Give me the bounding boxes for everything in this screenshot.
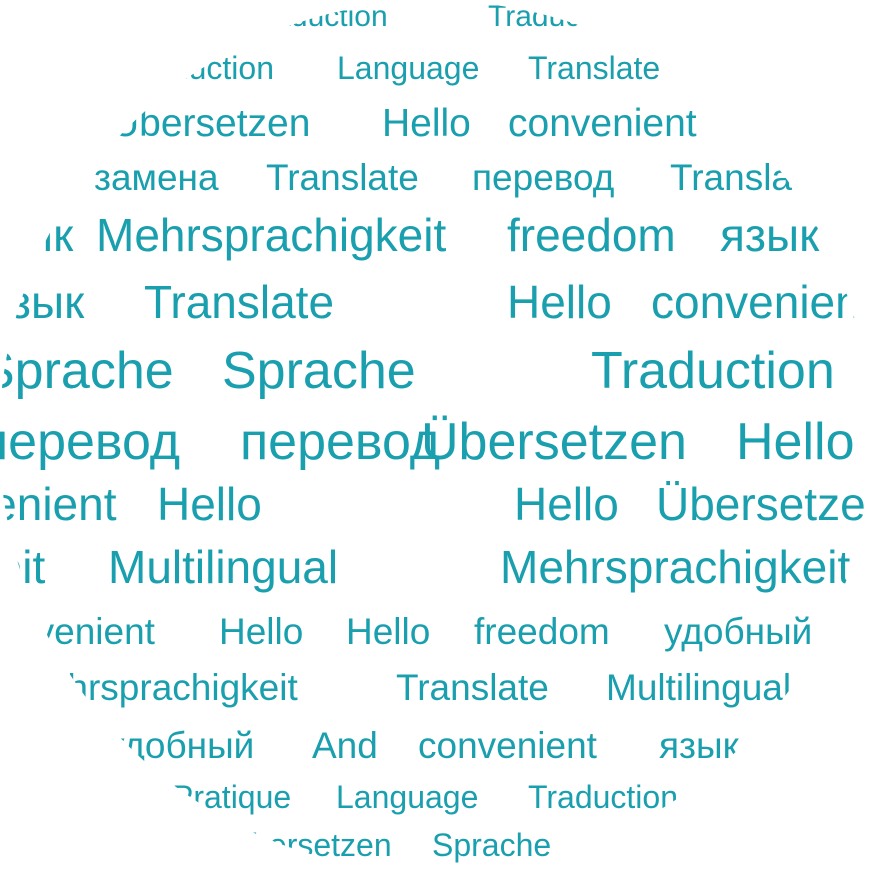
cloud-word: convenient xyxy=(418,725,597,766)
cloud-word: convenient xyxy=(651,276,870,328)
cloud-word: Sprache xyxy=(222,342,416,400)
cloud-word: замена xyxy=(94,157,219,198)
cloud-word: удобный xyxy=(106,725,255,766)
cloud-word: Pratique xyxy=(172,779,292,815)
cloud-word: Sprache xyxy=(0,342,174,400)
cloud-word: Hello xyxy=(346,611,431,652)
cloud-word: Mehrsprachigkeit xyxy=(500,541,851,593)
cloud-word: Multilingual xyxy=(606,667,792,708)
cloud-word: Übersetzen xyxy=(421,413,687,471)
cloud-word: Translate xyxy=(396,667,549,708)
cloud-word: Hello xyxy=(219,611,304,652)
cloud-word: convenient xyxy=(508,102,697,145)
cloud-word: freedom xyxy=(474,611,610,652)
cloud-word: язык xyxy=(720,209,820,261)
cloud-word: freedom xyxy=(507,209,676,261)
cloud-word: Mehrsprachigkeit xyxy=(0,541,46,593)
cloud-word: Hello xyxy=(382,102,471,145)
cloud-word: Hello xyxy=(507,276,612,328)
cloud-word: Hello xyxy=(514,478,619,530)
word-cloud: Traduction Traduction Traduction Languag… xyxy=(0,0,870,873)
cloud-word: Translate xyxy=(266,157,419,198)
cloud-word: Language xyxy=(336,779,479,815)
cloud-word: Hello xyxy=(157,478,262,530)
cloud-word: Übersetzen xyxy=(656,478,870,530)
cloud-word: Hello xyxy=(736,413,855,471)
cloud-word: язык xyxy=(659,725,739,766)
cloud-word: Traduction xyxy=(488,0,629,33)
cloud-word: Language xyxy=(337,50,480,86)
cloud-word: Translate xyxy=(528,50,661,86)
cloud-word: Mehrsprachigkeit xyxy=(16,667,298,708)
cloud-word: Traduction xyxy=(591,342,835,400)
cloud-word: перевод xyxy=(0,413,181,471)
cloud-word: Sprache xyxy=(432,827,552,863)
cloud-word: Traduction xyxy=(528,779,678,815)
cloud-word: And xyxy=(312,725,378,766)
cloud-word: Translate xyxy=(670,157,823,198)
cloud-word: convenient xyxy=(0,478,117,530)
cloud-word: язык xyxy=(0,209,74,261)
cloud-word: удобный xyxy=(664,611,813,652)
cloud-word: перевод xyxy=(240,413,441,471)
cloud-word: Übersetzen xyxy=(228,827,392,863)
cloud-word: Traduction xyxy=(247,0,388,33)
cloud-word: перевод xyxy=(472,157,615,198)
cloud-word: Übersetzen xyxy=(111,102,311,145)
cloud-word: Traduction xyxy=(124,50,274,86)
cloud-word: Mehrsprachigkeit xyxy=(96,209,447,261)
cloud-word: Multilingual xyxy=(108,541,339,593)
cloud-word: convenient xyxy=(0,611,155,652)
cloud-word: язык xyxy=(0,276,85,328)
cloud-word: Translate xyxy=(144,276,335,328)
